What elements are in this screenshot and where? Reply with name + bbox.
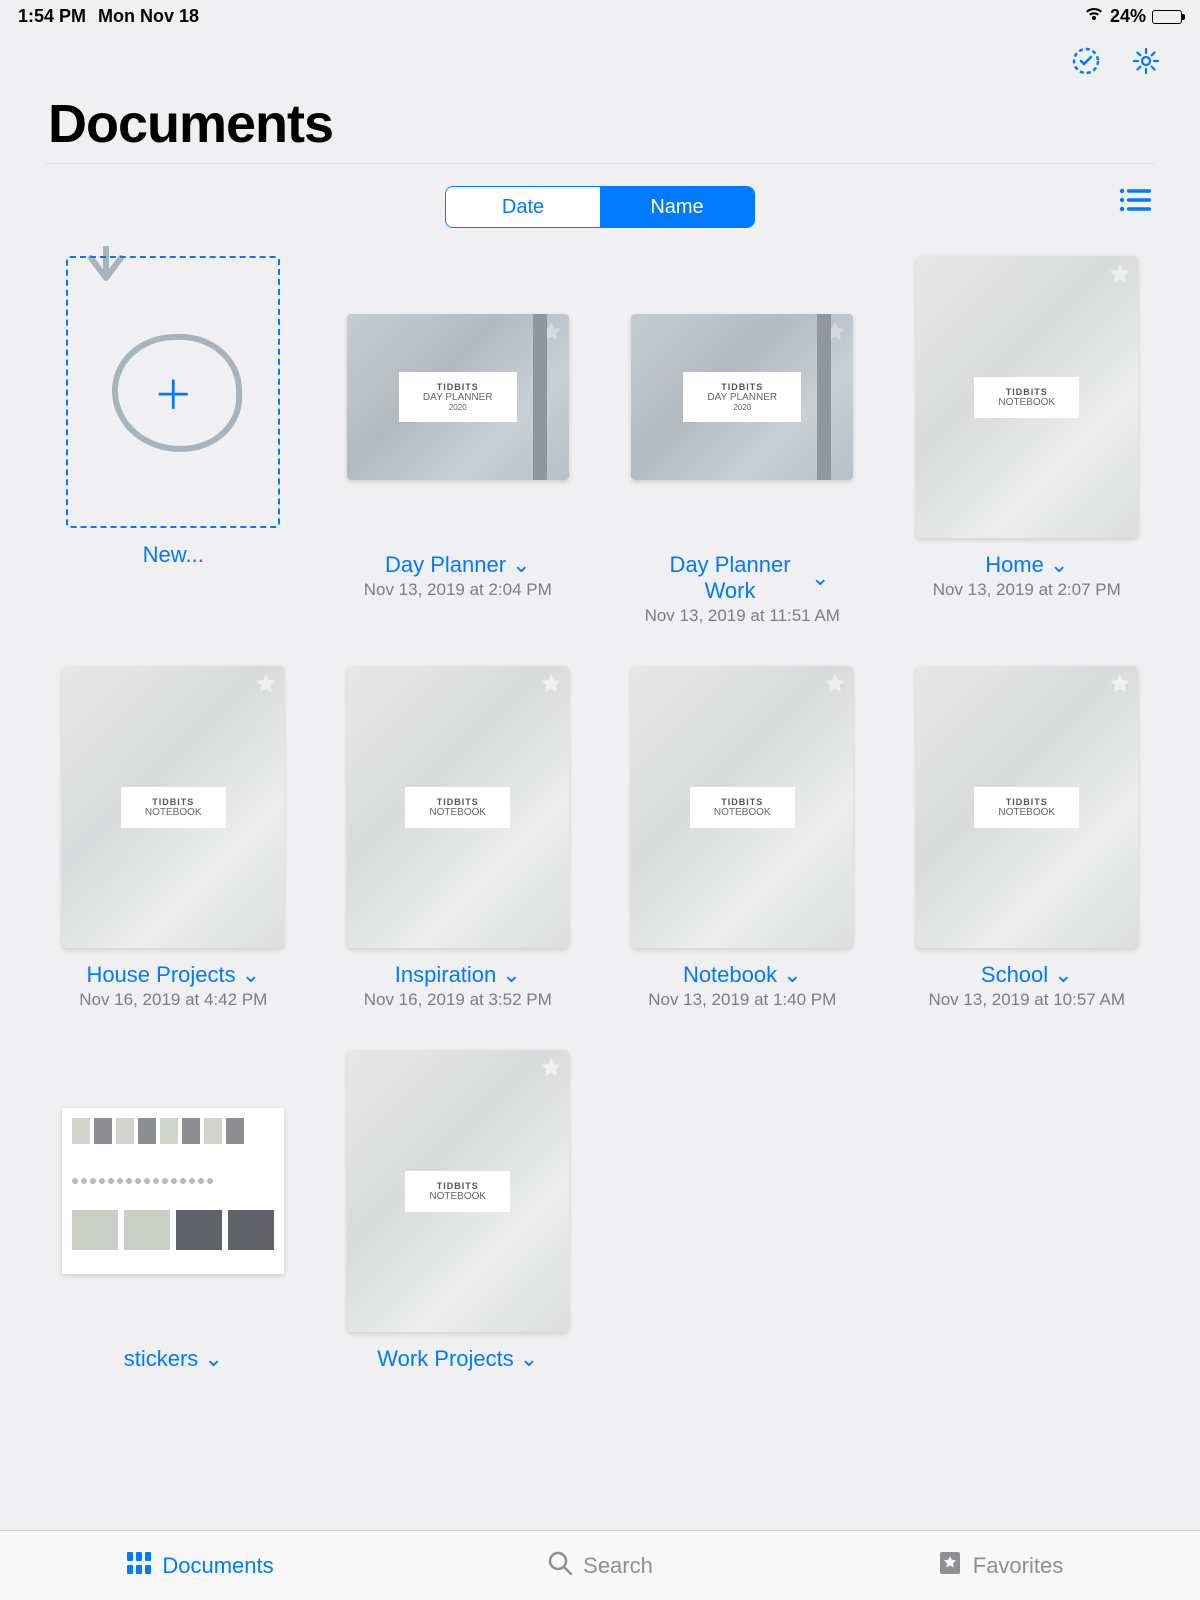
document-title[interactable]: School [981, 962, 1048, 988]
settings-icon[interactable] [1130, 45, 1162, 77]
segment-name[interactable]: Name [600, 187, 754, 227]
tab-documents[interactable]: Documents [0, 1531, 400, 1600]
document-title[interactable]: Notebook [683, 962, 777, 988]
chevron-down-icon[interactable]: ⌄ [1050, 552, 1068, 578]
tab-bar: Documents Search Favorites [0, 1530, 1200, 1600]
document-card[interactable]: TIDBITSDAY PLANNER2020 Day Planner⌄ Nov … [341, 256, 576, 626]
document-title[interactable]: Work Projects [377, 1346, 514, 1372]
document-title[interactable]: stickers [124, 1346, 199, 1372]
grid-icon [126, 1550, 152, 1582]
list-view-icon[interactable] [1118, 186, 1152, 219]
document-thumb[interactable]: TIDBITSDAY PLANNER2020 [347, 314, 569, 480]
document-thumb[interactable]: TIDBITSNOTEBOOK [916, 256, 1138, 538]
favorite-star-icon[interactable] [1108, 672, 1132, 701]
chevron-down-icon[interactable]: ⌄ [811, 565, 829, 591]
document-card[interactable]: TIDBITSNOTEBOOK Home⌄ Nov 13, 2019 at 2:… [910, 256, 1145, 626]
new-document-label[interactable]: New... [143, 542, 204, 568]
document-card[interactable]: stickers⌄ [56, 1050, 291, 1372]
header-toolbar [0, 31, 1200, 83]
document-card[interactable]: TIDBITSDAY PLANNER2020 Day Planner Work⌄… [625, 256, 860, 626]
document-thumb[interactable]: TIDBITSNOTEBOOK [62, 666, 284, 948]
favorite-star-icon[interactable] [1108, 262, 1132, 291]
document-thumb[interactable]: TIDBITSNOTEBOOK [916, 666, 1138, 948]
chevron-down-icon[interactable]: ⌄ [502, 962, 520, 988]
document-thumb[interactable]: TIDBITSNOTEBOOK [347, 1050, 569, 1332]
document-title[interactable]: Day Planner [385, 552, 506, 578]
document-title[interactable]: Inspiration [395, 962, 497, 988]
document-date: Nov 13, 2019 at 1:40 PM [648, 990, 836, 1010]
favorite-star-icon[interactable] [539, 672, 563, 701]
status-time: 1:54 PM [18, 6, 86, 27]
tab-label: Documents [162, 1553, 273, 1579]
document-card[interactable]: TIDBITSNOTEBOOK Inspiration⌄ Nov 16, 201… [341, 666, 576, 1010]
new-document-thumb[interactable]: ＋ [66, 256, 280, 528]
sort-segmented-control: Date Name [445, 186, 755, 228]
status-bar: 1:54 PM Mon Nov 18 24% [0, 0, 1200, 31]
favorite-star-icon[interactable] [254, 672, 278, 701]
favorite-star-icon[interactable] [823, 672, 847, 701]
favorite-star-icon[interactable] [539, 320, 563, 349]
document-title[interactable]: Home [985, 552, 1044, 578]
document-thumb[interactable]: TIDBITSDAY PLANNER2020 [631, 314, 853, 480]
document-card[interactable]: TIDBITSNOTEBOOK Notebook⌄ Nov 13, 2019 a… [625, 666, 860, 1010]
select-icon[interactable] [1070, 45, 1102, 77]
document-thumb[interactable] [62, 1108, 284, 1274]
document-title[interactable]: House Projects [86, 962, 235, 988]
document-date: Nov 13, 2019 at 10:57 AM [928, 990, 1125, 1010]
wifi-icon [1084, 6, 1104, 27]
tab-favorites[interactable]: Favorites [800, 1531, 1200, 1600]
chevron-down-icon[interactable]: ⌄ [1054, 962, 1072, 988]
new-document-card[interactable]: ＋ New... [56, 256, 291, 626]
favorite-star-icon[interactable] [823, 320, 847, 349]
document-card[interactable]: TIDBITSNOTEBOOK House Projects ⌄ Nov 16, … [56, 666, 291, 1010]
chevron-down-icon[interactable]: ⌄ [204, 1346, 222, 1372]
document-card[interactable]: TIDBITSNOTEBOOK Work Projects⌄ [341, 1050, 576, 1372]
document-date: Nov 13, 2019 at 2:07 PM [933, 580, 1121, 600]
document-title[interactable]: Day Planner Work [655, 552, 805, 604]
document-date: Nov 16, 2019 at 4:42 PM [79, 990, 267, 1010]
page-title: Documents [48, 93, 1152, 155]
document-date: Nov 13, 2019 at 11:51 AM [645, 606, 840, 626]
status-date: Mon Nov 18 [98, 6, 199, 27]
documents-grid: ＋ New... TIDBITSDAY PLANNER2020 Day Plan… [0, 246, 1200, 1412]
tab-label: Favorites [973, 1553, 1063, 1579]
star-icon [937, 1550, 963, 1582]
plus-icon: ＋ [153, 363, 193, 421]
document-thumb[interactable]: TIDBITSNOTEBOOK [631, 666, 853, 948]
document-date: Nov 16, 2019 at 3:52 PM [364, 990, 552, 1010]
document-card[interactable]: TIDBITSNOTEBOOK School⌄ Nov 13, 2019 at … [910, 666, 1145, 1010]
favorite-star-icon[interactable] [539, 1056, 563, 1085]
segment-date[interactable]: Date [446, 187, 600, 227]
battery-icon [1152, 10, 1182, 24]
search-icon [547, 1550, 573, 1582]
document-date: Nov 13, 2019 at 2:04 PM [364, 580, 552, 600]
chevron-down-icon[interactable]: ⌄ [512, 552, 530, 578]
battery-percentage: 24% [1110, 6, 1146, 27]
chevron-down-icon[interactable]: ⌄ [520, 1346, 538, 1372]
tab-label: Search [583, 1553, 653, 1579]
chevron-down-icon[interactable]: ⌄ [242, 962, 260, 988]
tab-search[interactable]: Search [400, 1531, 800, 1600]
document-thumb[interactable]: TIDBITSNOTEBOOK [347, 666, 569, 948]
chevron-down-icon[interactable]: ⌄ [783, 962, 801, 988]
